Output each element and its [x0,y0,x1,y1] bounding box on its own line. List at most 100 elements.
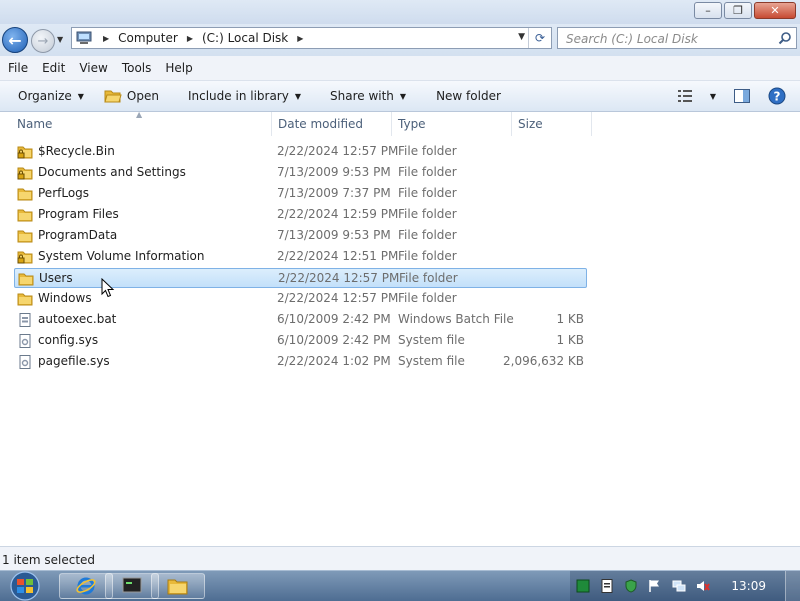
file-date-modified: 2/22/2024 12:57 PM [277,291,399,305]
file-date-modified: 2/22/2024 12:59 PM [277,207,399,221]
back-button[interactable]: ← [2,27,28,53]
taskbar-windows-explorer[interactable] [151,573,205,599]
menu-tools[interactable]: Tools [122,61,152,75]
folder-icon [17,188,33,201]
open-button[interactable]: Open [104,81,159,111]
change-view-button[interactable] [677,81,694,111]
file-type: File folder [399,271,458,285]
details-view-icon [677,90,692,102]
security-shield-icon[interactable] [624,579,638,593]
help-button[interactable]: ? [768,81,786,111]
breadcrumb-separator-icon[interactable]: ▶ [187,34,193,43]
share-with-button[interactable]: Share with ▼ [330,81,406,111]
display-icon[interactable] [576,579,590,593]
file-date-modified: 7/13/2009 7:37 PM [277,186,391,200]
clock[interactable]: 13:09 [731,579,766,593]
file-type: File folder [398,165,457,179]
refresh-button[interactable]: ⟳ [528,28,551,48]
minimize-button[interactable]: – [694,2,722,19]
file-row[interactable]: autoexec.bat 6/10/2009 2:42 PM Windows Bat… [14,310,587,330]
taskbar: 13:09 [0,570,800,601]
view-options-dropdown[interactable]: ▼ [704,81,716,111]
menu-view[interactable]: View [79,61,107,75]
include-in-library-button[interactable]: Include in library ▼ [188,81,301,111]
file-row[interactable]: PerfLogs 7/13/2009 7:37 PM File folder [14,184,587,204]
search-input[interactable] [564,29,768,49]
command-prompt-icon [122,577,142,593]
close-button[interactable]: ✕ [754,2,796,19]
breadcrumb-separator-icon[interactable]: ▶ [103,34,109,43]
menu-edit[interactable]: Edit [42,61,65,75]
file-row[interactable]: pagefile.sys 2/22/2024 1:02 PM System file… [14,352,587,372]
menu-help[interactable]: Help [165,61,192,75]
file-row[interactable]: config.sys 6/10/2009 2:42 PM System file 1 … [14,331,587,351]
organize-button[interactable]: Organize ▼ [18,81,84,111]
file-row[interactable]: $Recycle.Bin 2/22/2024 12:57 PM File folde… [14,142,587,162]
windows-explorer-icon [167,579,188,595]
file-row[interactable]: Windows 2/22/2024 12:57 PM File folder [14,289,587,309]
breadcrumb-computer[interactable]: Computer [118,31,178,45]
file-type: File folder [398,291,457,305]
file-name: Windows [38,291,92,305]
file-row[interactable]: System Volume Information 2/22/2024 12:51… [14,247,587,267]
file-date-modified: 2/22/2024 12:57 PM [277,144,399,158]
file-row[interactable]: Documents and Settings 7/13/2009 9:53 PM F… [14,163,587,183]
file-size: 1 KB [556,312,584,326]
navigation-bar: ← → ▼ ▶ Computer ▶ (C:) Local Disk ▶ ▼ ⟳ [0,24,800,56]
locked-folder-icon [17,167,33,180]
svg-text:?: ? [774,90,781,104]
volume-muted-icon[interactable] [696,579,710,593]
document-icon[interactable] [600,579,614,593]
folder-icon [17,230,33,243]
file-name: Users [39,271,73,285]
locked-folder-icon [17,251,33,264]
file-date-modified: 2/22/2024 12:57 PM [278,271,400,285]
file-type: System file [398,354,465,368]
column-type[interactable]: Type [392,112,512,136]
file-name: Documents and Settings [38,165,186,179]
file-type: System file [398,333,465,347]
file-row[interactable]: Program Files 2/22/2024 12:59 PM File fold… [14,205,587,225]
column-size[interactable]: Size [512,112,592,136]
start-button[interactable] [6,571,44,601]
file-type: File folder [398,249,457,263]
action-center-flag-icon[interactable] [648,579,662,593]
mouse-cursor-icon [101,278,115,298]
column-name[interactable]: Name [11,112,272,136]
recent-pages-dropdown[interactable]: ▼ [57,35,63,44]
maximize-button[interactable]: ❐ [724,2,752,19]
title-bar: – ❐ ✕ [0,0,800,24]
file-type: File folder [398,228,457,242]
column-date-modified[interactable]: Date modified [272,112,392,136]
address-history-dropdown[interactable]: ▼ [518,32,525,42]
forward-button[interactable]: → [31,29,55,53]
computer-icon [76,31,92,44]
open-label: Open [126,89,159,103]
file-name: System Volume Information [38,249,205,263]
folder-icon [17,209,33,222]
file-date-modified: 7/13/2009 9:53 PM [277,165,391,179]
address-bar[interactable]: ▶ Computer ▶ (C:) Local Disk ▶ ▼ ⟳ [71,27,552,49]
organize-label: Organize [18,89,72,103]
file-name: autoexec.bat [38,312,117,326]
internet-explorer-icon [76,577,96,595]
file-name: ProgramData [38,228,118,242]
window-controls: – ❐ ✕ [692,2,796,19]
network-icon[interactable] [672,579,686,593]
share-with-label: Share with [330,89,394,103]
search-icon[interactable] [778,31,792,45]
chevron-down-icon: ▼ [294,91,301,101]
file-row[interactable]: Users 2/22/2024 12:57 PM File folder [14,268,587,288]
new-folder-button[interactable]: New folder [436,81,501,111]
show-desktop-button[interactable] [785,571,800,601]
preview-pane-button[interactable] [734,81,750,111]
breadcrumb-local-disk[interactable]: (C:) Local Disk [202,31,288,45]
file-size: 1 KB [556,333,584,347]
breadcrumb-separator-icon[interactable]: ▶ [297,34,303,43]
system-file-icon [19,334,31,348]
chevron-down-icon: ▼ [77,91,84,101]
file-row[interactable]: ProgramData 7/13/2009 9:53 PM File folder [14,226,587,246]
file-date-modified: 6/10/2009 2:42 PM [277,312,391,326]
chevron-down-icon: ▼ [399,91,407,101]
menu-file[interactable]: File [8,61,28,75]
